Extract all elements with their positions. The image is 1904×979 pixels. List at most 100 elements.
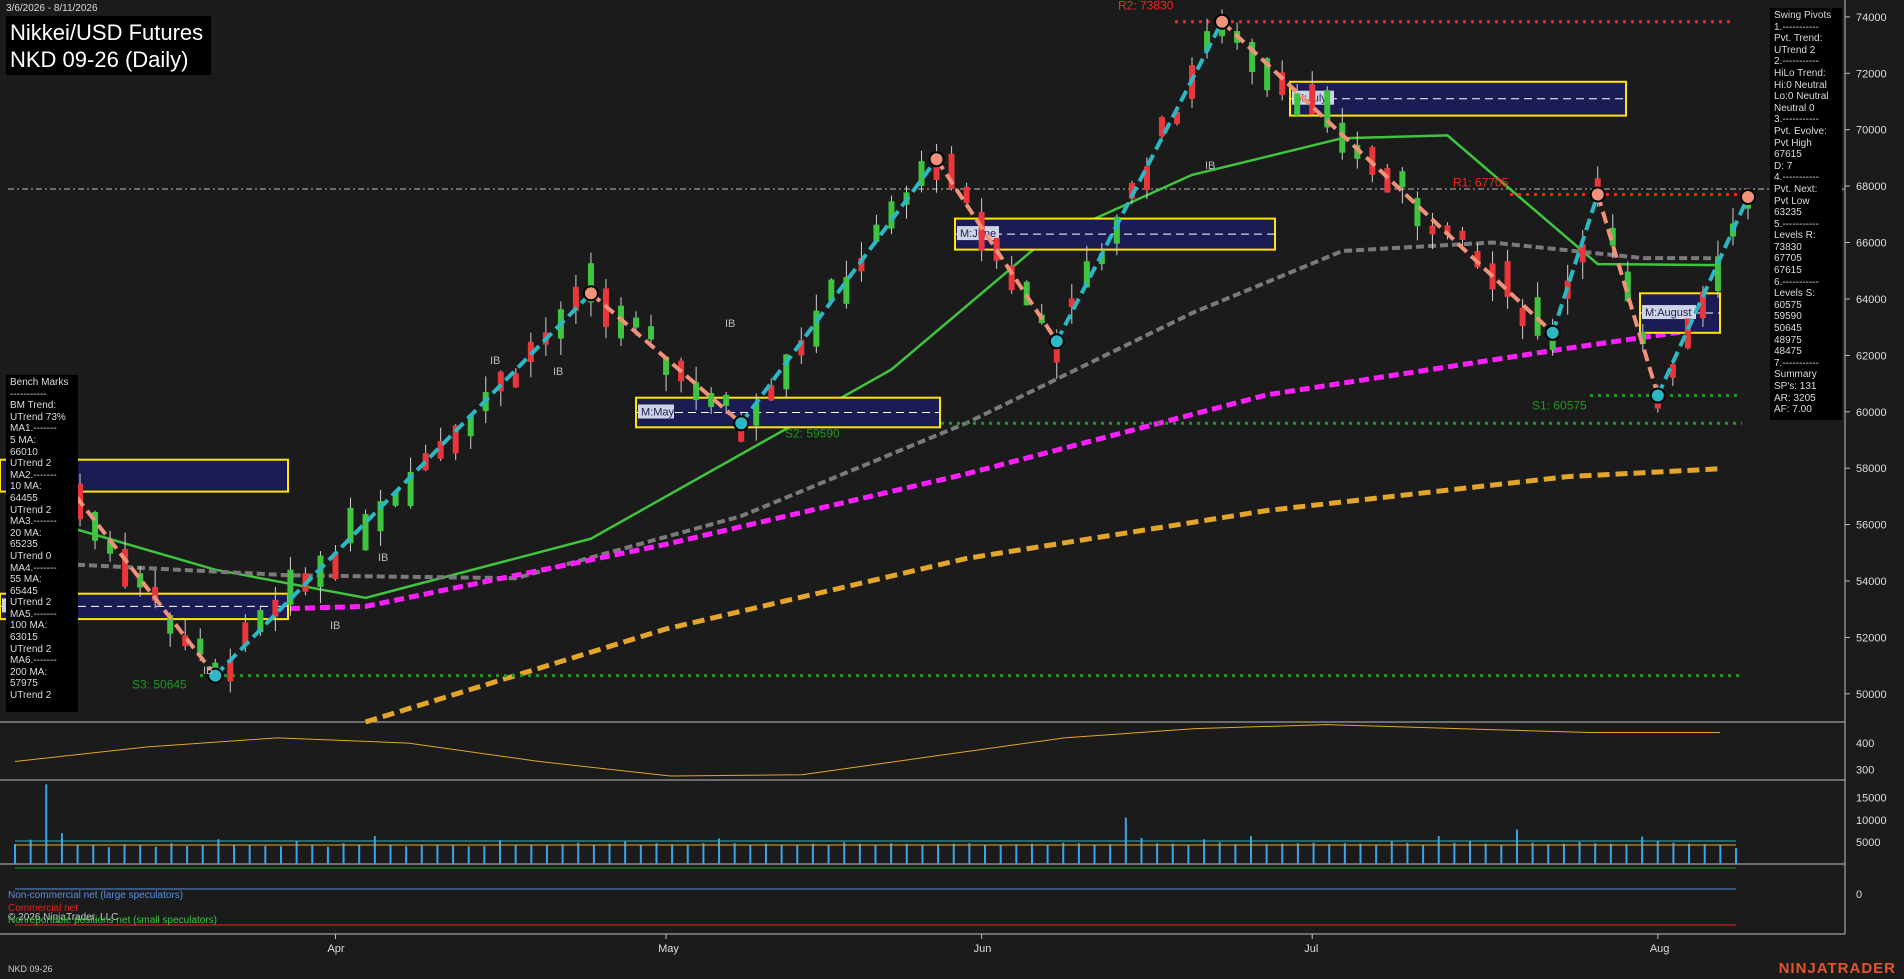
swing-pivot-line: 50645: [1774, 323, 1802, 335]
x-tick-label: Apr: [327, 943, 344, 955]
swing-pivot-line: AR: 3205: [1774, 392, 1816, 404]
swing-pivot-line: 67705: [1774, 253, 1802, 265]
legend-noncommercial: Non-commercial net (large speculators): [8, 890, 184, 901]
ib-label: IB: [330, 620, 340, 632]
bench-mark-line: 65445: [10, 585, 38, 597]
ninjatrader-logo: NINJATRADER: [1778, 960, 1896, 977]
y-tick-label: 68000: [1856, 181, 1887, 193]
swing-pivot-line: Pvt Low: [1774, 195, 1810, 207]
volume-tick-label: 5000: [1856, 837, 1880, 849]
bench-mark-line: UTrend 2: [10, 504, 52, 516]
swing-high-marker: [928, 151, 945, 168]
swing-high-marker: [1214, 13, 1231, 30]
bench-mark-line: MA4.-------: [10, 562, 57, 574]
bench-mark-line: 64455: [10, 492, 38, 504]
swing-low-marker: [1048, 333, 1065, 350]
swing-pivots-panel: Swing Pivots 1.----------- Pvt. Trend: UTre…: [1770, 8, 1842, 420]
swing-pivot-line: 6.-----------: [1774, 276, 1819, 288]
swing-pivot-line: 7.-----------: [1774, 357, 1819, 369]
bench-mark-line: 200 MA:: [10, 666, 48, 678]
instrument-title: Nikkei/USD Futures: [10, 20, 204, 45]
pivot-level-label: S2: 59590: [785, 426, 840, 440]
bench-mark-line: UTrend 73%: [10, 411, 66, 423]
swing-pivot-line: 59590: [1774, 311, 1802, 323]
swing-pivot-line: Levels S:: [1774, 288, 1816, 300]
volume-tick-label: 10000: [1856, 815, 1887, 827]
candle-body: [1429, 225, 1436, 235]
swing-pivot-line: Hi:0 Neutral: [1774, 79, 1827, 91]
swing-high-marker: [582, 285, 599, 302]
y-tick-label: 58000: [1856, 463, 1887, 475]
cot-tick-label: 0: [1856, 889, 1862, 901]
swing-pivot-line: Pvt. Evolve:: [1774, 125, 1827, 137]
bench-mark-line: 66010: [10, 446, 38, 458]
bench-mark-line: UTrend 2: [10, 597, 52, 609]
bench-mark-line: BM Trend:: [10, 400, 57, 412]
swing-pivot-line: 73830: [1774, 241, 1802, 253]
swing-pivot-line: SP's: 131: [1774, 381, 1817, 392]
bench-mark-line: MA1.-------: [10, 423, 57, 435]
bench-mark-line: MA6.-------: [10, 655, 57, 667]
legend-nonreportable: Nonreportable positions net (small specu…: [8, 915, 217, 926]
candle-body: [963, 186, 970, 203]
pivot-level-label: S3: 50645: [132, 678, 187, 692]
candle-body: [1384, 168, 1391, 193]
y-tick-label: 52000: [1856, 632, 1887, 644]
bench-mark-line: Bench Marks: [10, 377, 69, 388]
bench-mark-line: MA2.-------: [10, 469, 57, 481]
ib-label: IB: [725, 318, 735, 330]
candle-body: [1504, 261, 1511, 297]
bench-mark-line: UTrend 2: [10, 690, 52, 702]
swing-pivot-line: Levels R:: [1774, 230, 1816, 242]
volume-bars-group: [14, 784, 1737, 864]
monthly-box-label: M:May: [641, 407, 675, 419]
candle-body: [197, 638, 204, 655]
x-tick-label: May: [658, 943, 679, 955]
candle-body: [1414, 198, 1421, 227]
swing-pivot-line: 48975: [1774, 334, 1802, 346]
swing-pivot-line: 67615: [1774, 149, 1802, 161]
swing-pivot-line: 1.-----------: [1774, 21, 1819, 33]
bench-mark-line: 100 MA:: [10, 620, 48, 632]
candle-body: [1519, 307, 1526, 327]
swing-pivot-line: 67615: [1774, 265, 1802, 277]
contract-title: NKD 09-26 (Daily): [10, 47, 189, 72]
monthly-box-label: M:August: [1645, 307, 1691, 319]
bench-mark-line: 63015: [10, 632, 38, 644]
candle-body: [1459, 230, 1466, 240]
y-tick-label: 56000: [1856, 520, 1887, 532]
bench-mark-line: 5 MA:: [10, 434, 37, 446]
ib-label: IB: [378, 552, 388, 564]
swing-pivot-line: UTrend 2: [1774, 44, 1816, 56]
swing-pivot-line: 60575: [1774, 299, 1802, 311]
swing-pivot-line: 5.-----------: [1774, 218, 1819, 230]
indicator-tick-label: 300: [1856, 764, 1874, 776]
swing-pivot-line: 48475: [1774, 346, 1802, 358]
y-tick-label: 54000: [1856, 576, 1887, 588]
candle-body: [633, 317, 640, 328]
swing-pivot-line: HiLo Trend:: [1774, 67, 1826, 79]
candle-body: [1534, 297, 1541, 336]
swing-pivot-line: 63235: [1774, 207, 1802, 219]
indicator-tick-label: 400: [1856, 738, 1874, 750]
footer-symbol: NKD 09-26: [8, 964, 53, 974]
bench-mark-line: 20 MA:: [10, 527, 42, 539]
candle-body: [843, 277, 850, 304]
swing-pivot-line: 2.-----------: [1774, 56, 1819, 68]
date-range: 3/6/2026 - 8/11/2026: [6, 3, 98, 14]
y-tick-label: 60000: [1856, 407, 1887, 419]
bench-mark-line: MA3.-------: [10, 516, 57, 528]
candle-body: [512, 373, 519, 388]
candle-body: [272, 599, 279, 617]
swing-low-marker: [1649, 387, 1666, 404]
x-tick-label: Jul: [1304, 943, 1318, 955]
pivot-level-label: S1: 60575: [1532, 399, 1587, 413]
swing-pivot-line: Lo:0 Neutral: [1774, 91, 1829, 103]
bench-marks-panel: Bench Marks ----------- BM Trend: UTrend 73…: [6, 375, 78, 712]
bench-mark-line: 65235: [10, 539, 38, 551]
monthly-range-box: [1289, 80, 1627, 117]
chart-canvas[interactable]: 5000052000540005600058000600006200064000…: [0, 0, 1904, 979]
y-tick-label: 74000: [1856, 12, 1887, 24]
bench-mark-line: UTrend 0: [10, 550, 52, 562]
candle-body: [978, 211, 985, 251]
